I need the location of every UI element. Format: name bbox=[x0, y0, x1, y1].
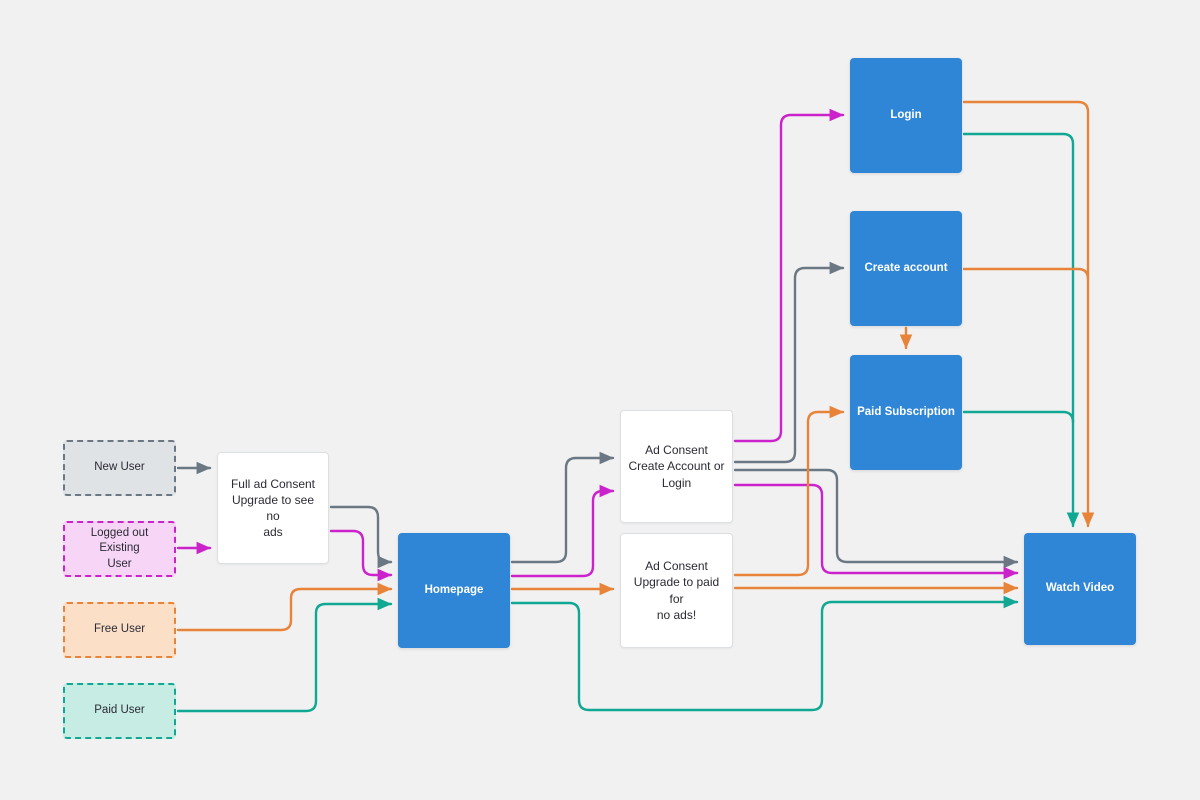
node-ad-consent-create-account-or-login-label: Ad Consent Create Account or Login bbox=[628, 443, 725, 490]
edge-create-account-to-watch-video-orange bbox=[962, 267, 1090, 281]
node-watch-video-label: Watch Video bbox=[1045, 582, 1115, 595]
node-new-user-label: New User bbox=[94, 461, 145, 474]
edge-paid-user-to-homepage bbox=[176, 597, 393, 713]
connector-layer bbox=[176, 100, 1095, 713]
node-paid-user[interactable]: Paid User bbox=[63, 683, 176, 739]
node-homepage-label: Homepage bbox=[424, 583, 484, 596]
node-create-account-label: Create account bbox=[864, 261, 948, 274]
edge-ad-consent-to-watch-video-magenta bbox=[733, 483, 1019, 580]
flowchart-canvas: New User Logged out Existing User Free U… bbox=[0, 0, 1200, 800]
edge-full-ad-consent-gray-to-homepage bbox=[329, 505, 393, 569]
node-login[interactable]: Login bbox=[850, 58, 962, 173]
node-free-user-label: Free User bbox=[93, 623, 146, 636]
node-paid-subscription-label: Paid Subscription bbox=[857, 405, 955, 418]
edge-login-to-watch-video-orange bbox=[962, 100, 1095, 528]
edge-ad-consent-upgrade-to-paid-subscription-orange bbox=[733, 405, 845, 577]
node-paid-user-label: Paid User bbox=[94, 704, 145, 717]
edge-ad-consent-to-create-account-gray bbox=[733, 261, 845, 464]
node-free-user[interactable]: Free User bbox=[63, 602, 176, 658]
node-ad-consent-upgrade-to-paid[interactable]: Ad Consent Upgrade to paid for no ads! bbox=[620, 533, 733, 648]
edge-login-to-watch-video-teal bbox=[962, 132, 1080, 528]
node-logged-out-existing-user[interactable]: Logged out Existing User bbox=[63, 521, 176, 577]
edge-ad-consent-to-login-magenta bbox=[733, 108, 845, 443]
node-homepage[interactable]: Homepage bbox=[398, 533, 510, 648]
node-ad-consent-upgrade-to-paid-label: Ad Consent Upgrade to paid for no ads! bbox=[633, 559, 720, 622]
edge-paid-subscription-to-watch-video-teal bbox=[962, 410, 1075, 424]
node-login-label: Login bbox=[890, 108, 922, 121]
node-watch-video[interactable]: Watch Video bbox=[1024, 533, 1136, 645]
node-full-ad-consent-label: Full ad Consent Upgrade to see no ads bbox=[230, 476, 316, 540]
node-create-account[interactable]: Create account bbox=[850, 211, 962, 326]
edge-full-ad-consent-magenta-to-homepage bbox=[329, 529, 393, 582]
node-new-user[interactable]: New User bbox=[63, 440, 176, 496]
edge-homepage-teal-to-watch-video bbox=[510, 595, 1019, 712]
node-logged-out-existing-user-label: Logged out Existing User bbox=[90, 526, 149, 570]
node-paid-subscription[interactable]: Paid Subscription bbox=[850, 355, 962, 470]
edge-ad-consent-to-watch-video-gray bbox=[733, 468, 1019, 569]
edge-homepage-to-ad-consent-create-account-magenta bbox=[510, 484, 615, 578]
node-ad-consent-create-account-or-login[interactable]: Ad Consent Create Account or Login bbox=[620, 410, 733, 523]
node-full-ad-consent[interactable]: Full ad Consent Upgrade to see no ads bbox=[217, 452, 329, 564]
edge-free-user-to-homepage bbox=[176, 582, 393, 632]
edge-homepage-to-ad-consent-create-account-gray bbox=[510, 451, 615, 564]
